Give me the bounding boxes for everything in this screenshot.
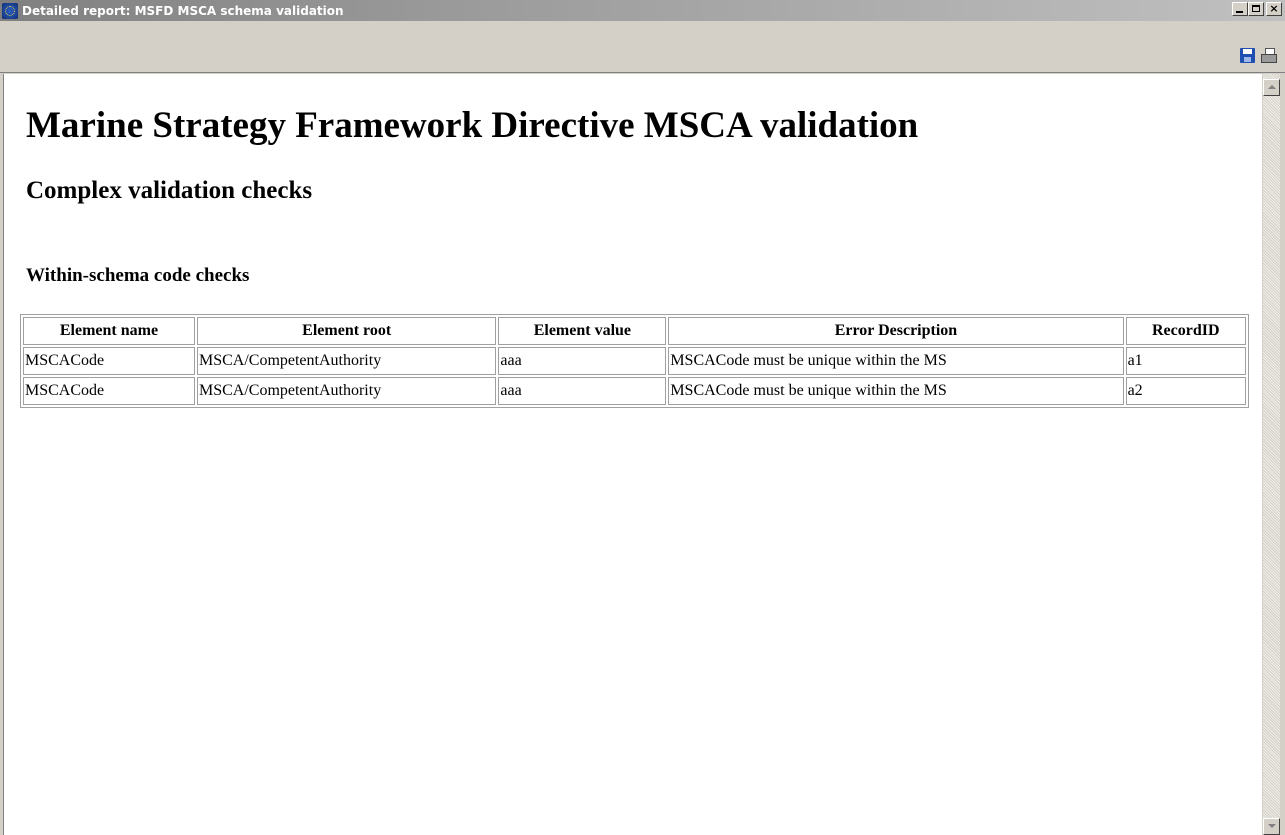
column-header-element-value: Element value xyxy=(498,317,667,345)
cell-element-root: MSCA/CompetentAuthority xyxy=(196,377,497,405)
scroll-down-button[interactable] xyxy=(1263,818,1280,835)
cell-error-description: MSCACode must be unique within the MS xyxy=(668,377,1124,405)
vertical-scrollbar[interactable] xyxy=(1263,74,1280,835)
toolbar-icons xyxy=(1240,48,1277,63)
subsection-title: Within-schema code checks xyxy=(26,265,250,286)
arrow-down-icon xyxy=(1268,824,1276,828)
column-header-element-name: Element name xyxy=(23,317,195,345)
cell-element-value: aaa xyxy=(498,377,667,405)
cell-element-value: aaa xyxy=(498,347,667,375)
right-frame xyxy=(1280,74,1285,835)
table-row: MSCACode MSCA/CompetentAuthority aaa MSC… xyxy=(23,377,1246,405)
cell-element-root: MSCA/CompetentAuthority xyxy=(196,347,497,375)
close-button[interactable]: × xyxy=(1266,2,1282,16)
scroll-up-button[interactable] xyxy=(1263,79,1280,96)
window-controls: × xyxy=(1232,2,1282,16)
title-bar[interactable]: Detailed report: MSFD MSCA schema valida… xyxy=(0,0,1285,21)
report-content: Marine Strategy Framework Directive MSCA… xyxy=(4,74,1262,835)
app-logo-icon[interactable] xyxy=(2,2,18,19)
cell-error-description: MSCACode must be unique within the MS xyxy=(668,347,1124,375)
maximize-icon xyxy=(1252,5,1260,12)
page-title: Marine Strategy Framework Directive MSCA… xyxy=(26,105,919,146)
column-header-element-root: Element root xyxy=(196,317,497,345)
print-icon[interactable] xyxy=(1261,48,1277,63)
report-window: Detailed report: MSFD MSCA schema valida… xyxy=(0,0,1285,835)
minimize-icon xyxy=(1236,11,1243,13)
cell-record-id: a2 xyxy=(1125,377,1246,405)
arrow-up-icon xyxy=(1268,85,1276,89)
toolbar xyxy=(0,21,1285,73)
validation-table: Element name Element root Element value … xyxy=(20,314,1249,408)
minimize-button[interactable] xyxy=(1232,2,1248,16)
column-header-error-description: Error Description xyxy=(668,317,1124,345)
cell-element-name: MSCACode xyxy=(23,377,195,405)
cell-element-name: MSCACode xyxy=(23,347,195,375)
cell-record-id: a1 xyxy=(1125,347,1246,375)
maximize-button[interactable] xyxy=(1248,2,1264,16)
close-icon: × xyxy=(1269,2,1279,15)
section-title: Complex validation checks xyxy=(26,177,313,204)
column-header-record-id: RecordID xyxy=(1125,317,1246,345)
save-icon[interactable] xyxy=(1240,48,1255,63)
table-header-row: Element name Element root Element value … xyxy=(23,317,1246,345)
table-row: MSCACode MSCA/CompetentAuthority aaa MSC… xyxy=(23,347,1246,375)
window-title: Detailed report: MSFD MSCA schema valida… xyxy=(22,3,344,18)
